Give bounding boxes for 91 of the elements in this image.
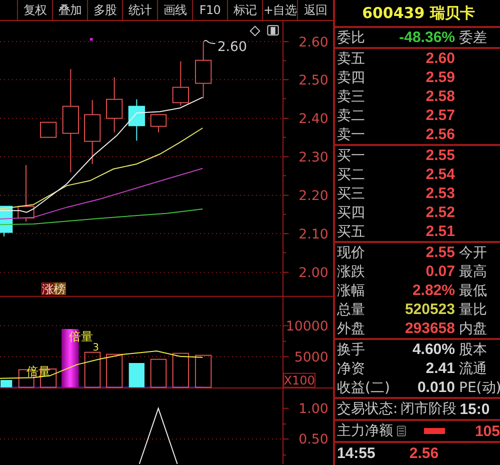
volume-bar — [0, 380, 12, 388]
candlestick — [172, 60, 189, 106]
order-price: 2.56 — [424, 126, 455, 143]
candlestick — [150, 114, 167, 133]
axis-label: 2.40 — [298, 112, 328, 127]
flow-value: 105 — [474, 422, 500, 440]
order-label: 卖五 — [337, 50, 366, 68]
order-price: 2.54 — [424, 166, 455, 183]
volume-bar — [172, 352, 189, 388]
volume-bar — [106, 354, 123, 388]
stock-title: 600439 瑞贝卡 — [361, 2, 476, 24]
volume-bar — [150, 358, 167, 388]
order-label: 卖三 — [337, 88, 366, 106]
order-price: 2.55 — [424, 147, 455, 164]
row-label: 委比 — [337, 28, 366, 46]
order-price: 2.59 — [424, 69, 455, 86]
row-value: 4.60% — [411, 341, 455, 358]
row-label: 总量 — [337, 300, 366, 318]
rank-badge[interactable]: 涨榜 — [41, 282, 66, 296]
axis-label: 1.00 — [298, 402, 328, 417]
axis-label: 2.50 — [298, 73, 328, 88]
indicator-line — [138, 406, 178, 464]
status-value: 闭市阶段 — [400, 400, 457, 418]
row-label: 内盘 — [459, 320, 488, 338]
row-label: 换手 — [337, 340, 366, 358]
order-price: 2.51 — [424, 223, 455, 240]
ratio-value: -48.36% — [398, 29, 455, 46]
order-label: 卖一 — [337, 126, 366, 144]
row-label: PE(动) — [459, 378, 500, 396]
diamond-icon[interactable] — [250, 26, 260, 36]
row-label: 量比 — [459, 300, 488, 318]
row-value: 2.41 — [424, 360, 455, 377]
candlestick — [84, 100, 101, 164]
axis-label: 2.30 — [298, 150, 328, 166]
row-value: 0.07 — [424, 263, 455, 280]
candlestick — [40, 122, 57, 138]
row-label: 最低 — [459, 282, 488, 300]
axis-label: 10000 — [286, 319, 328, 334]
axis-label: 2.00 — [298, 266, 328, 281]
unit-label: X100 — [283, 372, 316, 388]
row-value: 2.82% — [411, 282, 455, 299]
order-label: 买一 — [337, 146, 366, 164]
volume-bar — [195, 354, 212, 388]
status-label: 交易状态: — [337, 400, 398, 418]
row-label: 现价 — [337, 244, 366, 262]
volume-mark: 3 — [92, 342, 100, 354]
order-label: 买二 — [337, 166, 366, 184]
volume-bar — [128, 363, 144, 388]
row-label: 流通 — [459, 360, 488, 378]
row-label: 最高 — [459, 262, 488, 280]
row-label: 委差 — [459, 28, 488, 46]
candlestick — [195, 40, 212, 99]
volume-bar — [84, 352, 101, 388]
row-label: 涨幅 — [337, 282, 366, 300]
order-label: 买四 — [337, 204, 366, 222]
order-label: 卖四 — [337, 68, 366, 86]
tick-price: 2.56 — [409, 444, 439, 462]
row-value: 0.010 — [416, 379, 455, 396]
axis-label: 5000 — [294, 350, 328, 366]
flow-bar — [424, 428, 445, 434]
order-label: 买三 — [337, 184, 366, 202]
candlestick — [106, 76, 123, 133]
order-price: 2.53 — [424, 185, 455, 202]
axis-label: 2.60 — [298, 35, 328, 50]
candlestick — [18, 164, 34, 222]
panel-icon[interactable] — [267, 25, 279, 36]
order-label: 买五 — [337, 222, 366, 240]
flow-label: 主力净额 — [337, 422, 393, 440]
row-label: 股本 — [459, 340, 488, 358]
list-icon[interactable] — [397, 425, 406, 437]
tick-time: 14:55 — [337, 444, 376, 462]
row-value: 2.55 — [424, 244, 455, 261]
row-value: 520523 — [404, 301, 455, 318]
candlestick — [128, 98, 145, 142]
toolbar-button[interactable]: +自选 — [262, 0, 297, 20]
row-value: 293658 — [404, 320, 455, 337]
order-price: 2.58 — [424, 88, 455, 105]
row-label: 外盘 — [337, 320, 366, 338]
price-label: 2.60 — [217, 40, 248, 55]
row-label: 涨跌 — [337, 262, 366, 280]
axis-label: 2.10 — [298, 227, 328, 242]
row-label: 今开 — [459, 244, 488, 262]
axis-label: 0.50 — [298, 432, 328, 448]
row-label: 净资 — [337, 360, 366, 378]
order-price: 2.52 — [424, 204, 455, 221]
leader-line — [204, 40, 216, 44]
status-time: 15:0 — [460, 400, 490, 418]
axis-label: 2.20 — [298, 189, 328, 204]
order-label: 卖二 — [337, 106, 366, 124]
order-price: 2.57 — [424, 107, 455, 124]
order-price: 2.60 — [424, 50, 455, 67]
